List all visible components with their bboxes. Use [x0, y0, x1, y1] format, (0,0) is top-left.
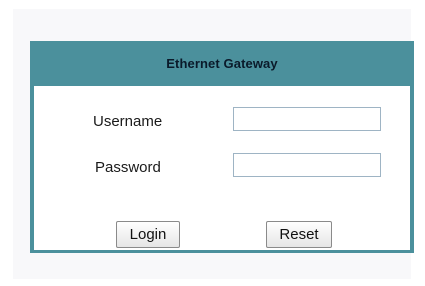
panel-title: Ethernet Gateway [166, 56, 278, 71]
login-panel: Ethernet Gateway Username Password Login… [30, 41, 414, 253]
reset-button[interactable]: Reset [266, 221, 332, 248]
login-form: Username Password [34, 86, 410, 250]
password-label: Password [95, 159, 161, 176]
username-label: Username [93, 113, 163, 130]
login-button[interactable]: Login [116, 221, 180, 248]
login-page: Ethernet Gateway Username Password Login… [0, 0, 425, 286]
panel-header: Ethernet Gateway [30, 41, 414, 86]
password-input[interactable] [233, 153, 381, 177]
username-input[interactable] [233, 107, 381, 131]
